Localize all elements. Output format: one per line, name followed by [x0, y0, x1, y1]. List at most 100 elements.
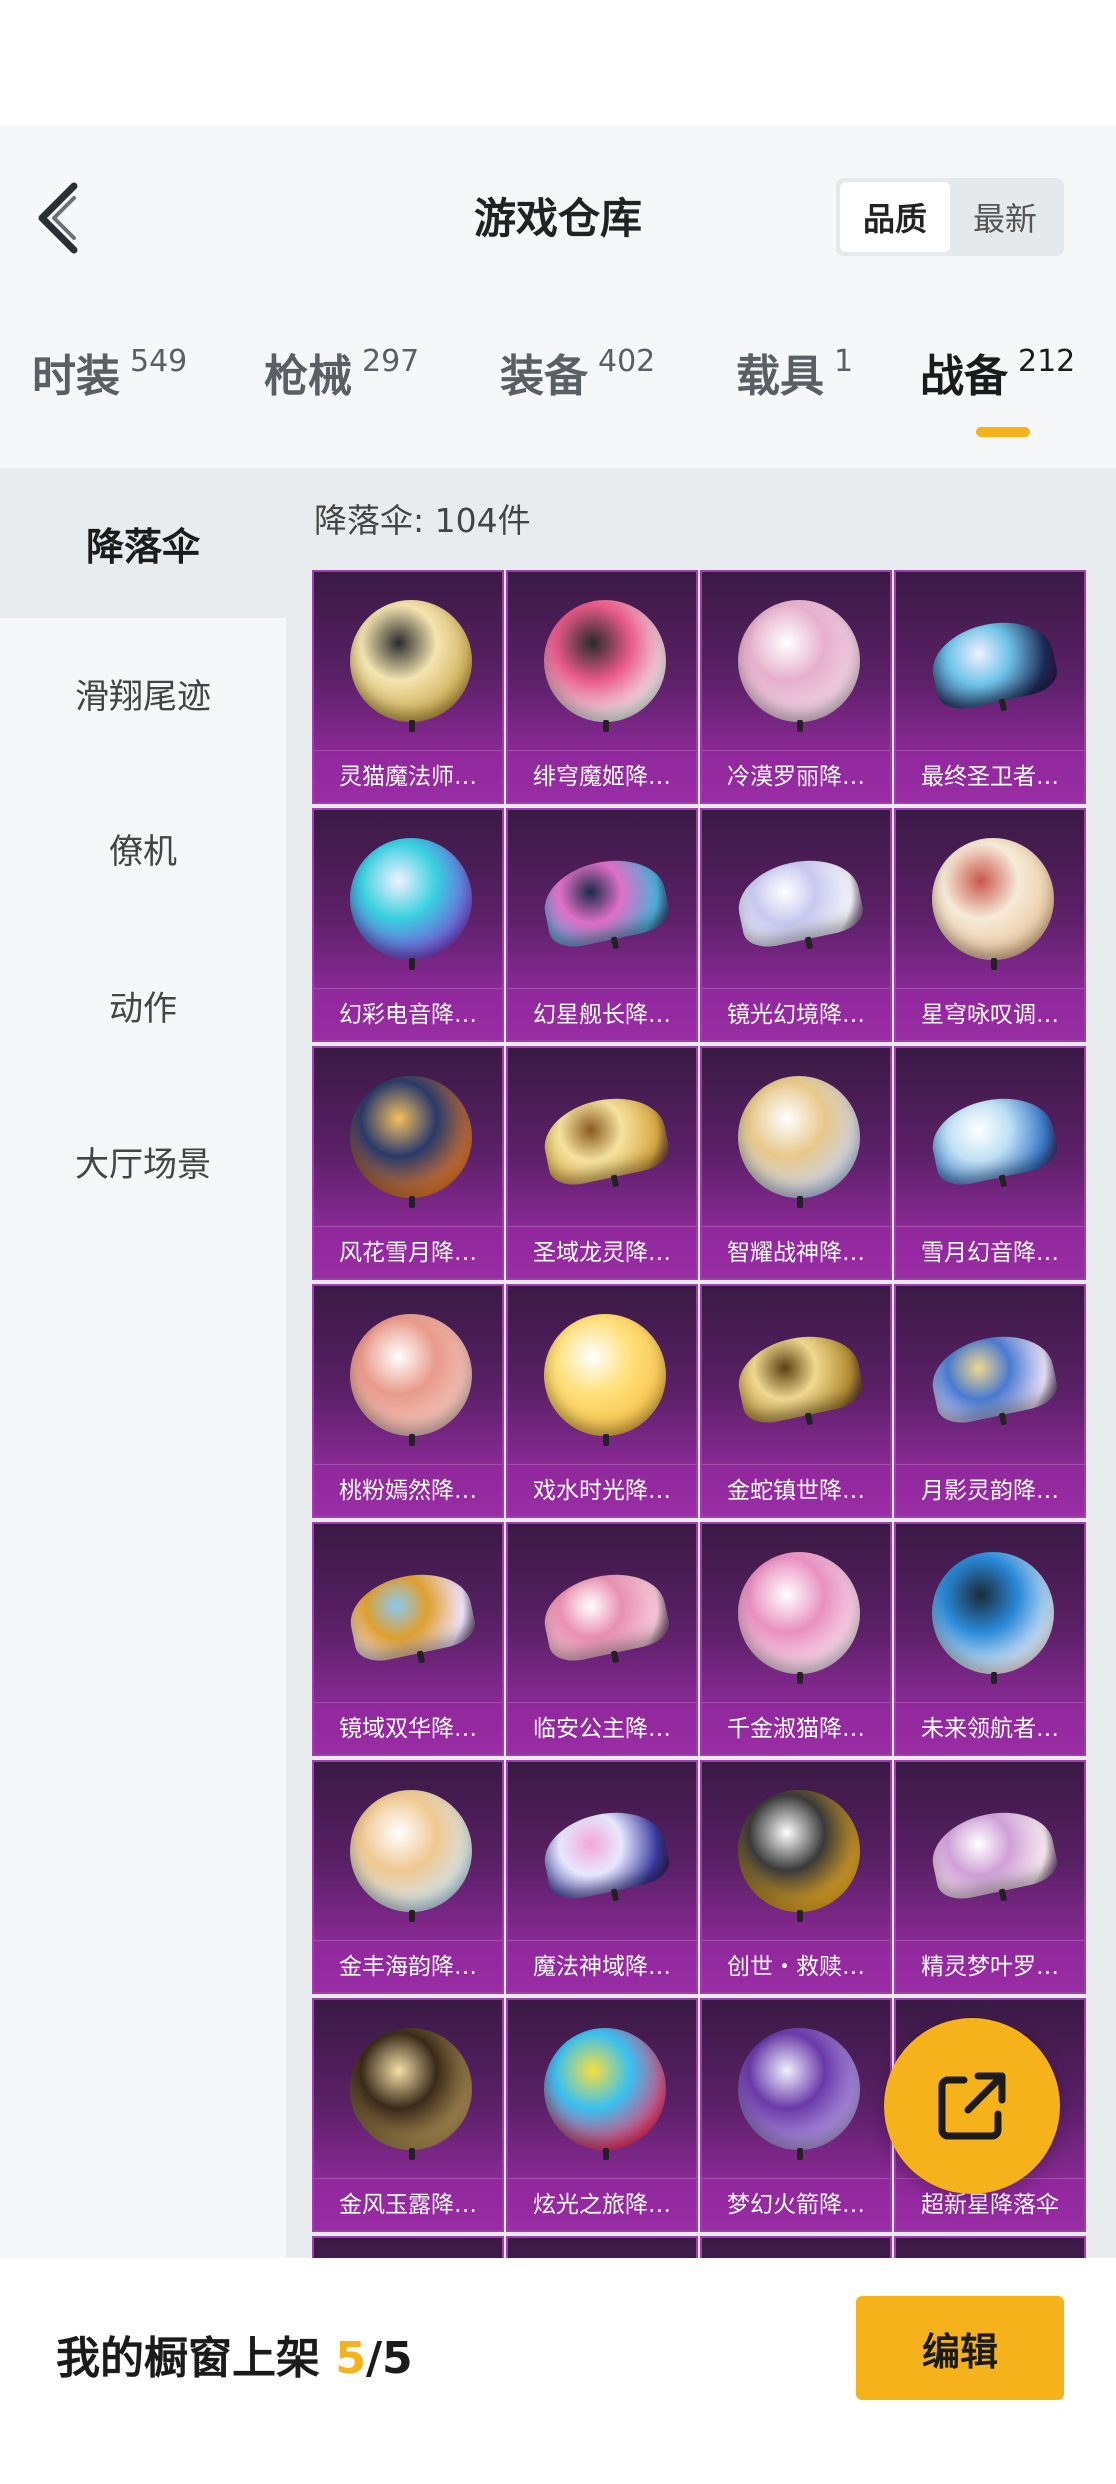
parachute-name: 镜域双华降…	[314, 1702, 502, 1754]
tab-count: 297	[362, 344, 420, 379]
parachute-image	[544, 600, 666, 732]
parachute-name: 千金淑猫降…	[702, 1702, 890, 1754]
parachute-card[interactable]: 风花雪月降…	[312, 1046, 504, 1280]
parachute-image	[537, 1802, 673, 1904]
status-bar-area	[0, 0, 1116, 126]
parachute-card[interactable]: 冷漠罗丽降…	[700, 570, 892, 804]
showcase-status: 我的橱窗上架 5/5	[56, 2322, 413, 2386]
parachute-name: 幻彩电音降…	[314, 988, 502, 1040]
parachute-card[interactable]: 魔法神域降…	[506, 1760, 698, 1994]
parachute-card[interactable]: 精灵梦叶罗…	[894, 1760, 1086, 1994]
tab-label: 时装	[32, 351, 120, 402]
parachute-card[interactable]: 幻彩电音降…	[312, 808, 504, 1042]
parachute-name: 魔法神域降…	[508, 1940, 696, 1992]
parachute-card[interactable]	[894, 2236, 1086, 2260]
parachute-name: 炫光之旅降…	[508, 2178, 696, 2230]
sidebar-item-lobby-scene[interactable]: 大厅场景	[0, 1086, 286, 1236]
parachute-image	[350, 600, 472, 732]
parachute-card[interactable]: 雪月幻音降…	[894, 1046, 1086, 1280]
parachute-card[interactable]: 未来领航者…	[894, 1522, 1086, 1756]
sort-by-quality[interactable]: 品质	[840, 182, 950, 252]
parachute-image	[537, 850, 673, 952]
tab-weapons[interactable]: 枪械 297	[264, 340, 419, 450]
parachute-card[interactable]: 千金淑猫降…	[700, 1522, 892, 1756]
parachute-image	[544, 2028, 666, 2160]
parachute-image	[731, 1326, 867, 1428]
parachute-image	[738, 2028, 860, 2160]
parachute-name: 绯穹魔姬降…	[508, 750, 696, 802]
category-tabs: 时装 549 枪械 297 装备 402 载具 1 战备 212	[0, 340, 1116, 450]
parachute-image	[925, 1802, 1061, 1904]
parachute-card[interactable]: 金风玉露降…	[312, 1998, 504, 2232]
tab-count: 549	[130, 344, 188, 379]
parachute-card[interactable]: 创世・救赎…	[700, 1760, 892, 1994]
tab-label: 载具	[736, 351, 824, 402]
parachute-name: 最终圣卫者…	[896, 750, 1084, 802]
edit-button[interactable]: 编辑	[856, 2296, 1064, 2400]
item-grid: 灵猫魔法师… 绯穹魔姬降… 冷漠罗丽降… 最终圣卫者… 幻彩电音降… 幻星舰长降… 镜光幻境…	[312, 570, 1090, 2260]
parachute-card[interactable]: 炫光之旅降…	[506, 1998, 698, 2232]
share-external-icon	[938, 2072, 1006, 2140]
parachute-card[interactable]: 梦幻火箭降…	[700, 1998, 892, 2232]
tab-equipment[interactable]: 装备 402	[500, 340, 655, 450]
showcase-current: 5	[335, 2333, 366, 2384]
parachute-image	[738, 1790, 860, 1922]
tab-fashion[interactable]: 时装 549	[32, 340, 187, 450]
parachute-image	[738, 1076, 860, 1208]
parachute-card[interactable]: 圣域龙灵降…	[506, 1046, 698, 1280]
parachute-card[interactable]	[700, 2236, 892, 2260]
parachute-name: 未来领航者…	[896, 1702, 1084, 1754]
sort-by-newest[interactable]: 最新	[950, 182, 1060, 252]
parachute-name: 梦幻火箭降…	[702, 2178, 890, 2230]
share-button[interactable]	[884, 2018, 1060, 2194]
tab-vehicles[interactable]: 载具 1	[736, 340, 853, 450]
active-tab-indicator	[976, 427, 1030, 437]
parachute-card[interactable]: 金丰海韵降…	[312, 1760, 504, 1994]
parachute-name: 金蛇镇世降…	[702, 1464, 890, 1516]
parachute-image	[350, 1314, 472, 1446]
parachute-name: 桃粉嫣然降…	[314, 1464, 502, 1516]
parachute-image	[350, 1790, 472, 1922]
parachute-card[interactable]: 绯穹魔姬降…	[506, 570, 698, 804]
parachute-card[interactable]: 星穹咏叹调…	[894, 808, 1086, 1042]
parachute-image	[544, 1314, 666, 1446]
parachute-card[interactable]: 幻星舰长降…	[506, 808, 698, 1042]
parachute-card[interactable]: 桃粉嫣然降…	[312, 1284, 504, 1518]
tab-count: 212	[1018, 344, 1076, 379]
parachute-image	[350, 1076, 472, 1208]
parachute-card[interactable]: 最终圣卫者…	[894, 570, 1086, 804]
parachute-card[interactable]	[506, 2236, 698, 2260]
parachute-name: 镜光幻境降…	[702, 988, 890, 1040]
sidebar-item-glide-trail[interactable]: 滑翔尾迹	[0, 618, 286, 768]
parachute-card[interactable]: 镜域双华降…	[312, 1522, 504, 1756]
parachute-name: 智耀战神降…	[702, 1226, 890, 1278]
tab-count: 1	[834, 344, 854, 379]
parachute-image	[343, 1564, 479, 1666]
parachute-image	[350, 2028, 472, 2160]
parachute-name: 金丰海韵降…	[314, 1940, 502, 1992]
sidebar-item-parachute[interactable]: 降落伞	[0, 468, 286, 618]
sidebar-item-emote[interactable]: 动作	[0, 930, 286, 1080]
parachute-image	[350, 838, 472, 970]
parachute-name: 冷漠罗丽降…	[702, 750, 890, 802]
parachute-card[interactable]: 镜光幻境降…	[700, 808, 892, 1042]
sidebar: 降落伞 滑翔尾迹 僚机 动作 大厅场景	[0, 468, 286, 2258]
parachute-card[interactable]: 月影灵韵降…	[894, 1284, 1086, 1518]
sidebar-item-wingman[interactable]: 僚机	[0, 773, 286, 923]
parachute-card[interactable]: 智耀战神降…	[700, 1046, 892, 1280]
parachute-image	[537, 1088, 673, 1190]
parachute-image	[731, 850, 867, 952]
parachute-name: 金风玉露降…	[314, 2178, 502, 2230]
parachute-card[interactable]	[312, 2236, 504, 2260]
parachute-card[interactable]: 金蛇镇世降…	[700, 1284, 892, 1518]
tab-label: 枪械	[264, 351, 352, 402]
parachute-card[interactable]: 灵猫魔法师…	[312, 570, 504, 804]
parachute-name: 临安公主降…	[508, 1702, 696, 1754]
parachute-card[interactable]: 戏水时光降…	[506, 1284, 698, 1518]
parachute-name: 圣域龙灵降…	[508, 1226, 696, 1278]
parachute-name: 精灵梦叶罗…	[896, 1940, 1084, 1992]
parachute-name: 灵猫魔法师…	[314, 750, 502, 802]
parachute-card[interactable]: 临安公主降…	[506, 1522, 698, 1756]
parachute-image	[925, 1088, 1061, 1190]
parachute-image	[932, 1552, 1054, 1684]
